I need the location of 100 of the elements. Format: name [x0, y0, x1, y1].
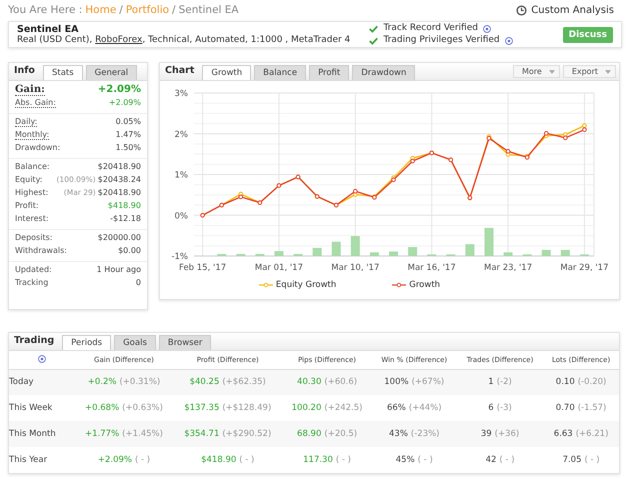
cell-difference: (+0.31%)	[119, 377, 160, 388]
cell-difference: (+60.6)	[324, 377, 358, 388]
stat-value: $20000.00	[98, 233, 141, 242]
period-label: Today	[9, 369, 75, 395]
breadcrumb-separator: /	[172, 4, 176, 16]
cell-difference: (+0.63%)	[122, 403, 163, 413]
stat-value: 0	[136, 278, 141, 287]
cell-difference: ( - )	[418, 455, 433, 465]
panel-title: Chart	[165, 65, 196, 78]
verification-label: Trading Privileges Verified	[383, 35, 500, 46]
panel-title: Info	[14, 65, 36, 78]
x-tick-label: Mar 10, '17	[331, 263, 380, 273]
cell-value: $137.35	[184, 403, 220, 413]
stat-value: -$12.18	[110, 214, 141, 223]
cell-value: 100%	[384, 377, 409, 388]
stat-label: Updated:	[15, 265, 52, 274]
y-tick-label: 2%	[174, 130, 188, 140]
cell-value: $40.25	[190, 377, 220, 388]
cell-difference: ( - )	[135, 455, 150, 465]
x-tick-label: Mar 29, '17	[560, 263, 609, 273]
y-tick-label: 1%	[174, 170, 188, 180]
period-label: This Year	[9, 447, 75, 473]
x-tick-label: Mar 16, '17	[408, 263, 456, 273]
cell-difference: (-2)	[496, 377, 512, 388]
stat-label: Interest:	[15, 214, 49, 223]
stat-label: Highest:	[15, 188, 48, 197]
stat-value: $0.00	[118, 246, 141, 255]
stat-value: +2.09%	[108, 98, 141, 107]
cell-value: +1.77%	[85, 429, 120, 439]
cell-value: 6	[488, 403, 494, 413]
cell-value: 6.63	[554, 429, 573, 439]
stat-label: Abs. Gain:	[15, 98, 56, 108]
stat-label: Gain:	[15, 84, 45, 96]
cell-value: +0.68%	[85, 403, 120, 413]
cell-difference: (-0.20)	[578, 377, 606, 388]
cell-value: $354.71	[184, 429, 220, 439]
cell-difference: (+44%)	[408, 403, 442, 413]
stat-value: 1.50%	[116, 143, 141, 152]
cell-difference: (-1.57)	[578, 403, 606, 413]
period-label: This Week	[9, 395, 75, 421]
stat-value: +2.09%	[98, 84, 141, 95]
stat-label: Tracking	[15, 278, 48, 287]
stat-label: Daily:	[15, 117, 38, 127]
cell-difference: (+67%)	[412, 377, 444, 388]
x-tick-label: Mar 23, '17	[484, 263, 532, 273]
account-details: , Technical, Automated, 1:1000 , MetaTrader 4	[142, 34, 350, 44]
cell-difference: (+20.5)	[324, 429, 358, 439]
cell-difference: (+36)	[494, 429, 520, 439]
cell-value: +0.2%	[88, 377, 116, 388]
cell-value: 100.20	[292, 403, 322, 413]
account-details: Real (USD Cent),	[17, 34, 94, 44]
cell-difference: (+6.21)	[576, 429, 608, 439]
cell-difference: (+242.5)	[324, 403, 362, 413]
cell-value: 43%	[389, 429, 408, 439]
cell-value: +2.09%	[98, 455, 132, 465]
cell-value: 7.05	[562, 455, 582, 465]
cell-difference: (+$128.49)	[222, 403, 272, 413]
breadcrumb-label: You Are Here :	[8, 4, 82, 16]
cell-difference: ( - )	[584, 455, 600, 465]
stat-label: Drawdown:	[15, 143, 60, 152]
breadcrumb-current: Sentinel EA	[178, 4, 239, 16]
stat-label: Withdrawals:	[15, 246, 67, 255]
stat-value: $20418.90	[98, 188, 141, 197]
panel-title: Trading	[14, 335, 56, 348]
x-tick-label: Mar 01, '17	[254, 263, 304, 273]
stat-label: Balance:	[15, 162, 50, 171]
cell-difference: ( - )	[239, 455, 254, 465]
cell-value: 68.90	[297, 429, 322, 439]
stat-value: 1.47%	[116, 130, 141, 139]
cell-value: 40.30	[297, 377, 322, 388]
cell-difference: (-3)	[496, 403, 512, 413]
cell-difference: (-23%)	[410, 429, 440, 439]
cell-value: 42	[486, 455, 496, 465]
cell-difference: ( - )	[336, 455, 351, 465]
cell-difference: (+1.45%)	[122, 429, 163, 439]
x-tick-label: Feb 15, '17	[179, 263, 226, 273]
stat-value: $20438.24	[98, 175, 141, 184]
cell-value: 66%	[386, 403, 406, 413]
cell-value: $418.90	[201, 455, 236, 465]
stat-value: 1 Hour ago	[96, 265, 141, 274]
verification-label: Track Record Verified	[383, 23, 478, 34]
stat-value: 0.05%	[116, 117, 141, 126]
breadcrumb-separator: /	[119, 4, 123, 16]
y-tick-label: 0%	[174, 211, 188, 222]
stat-label: Profit:	[15, 201, 39, 210]
cell-difference: (+$290.52)	[222, 429, 272, 439]
legend-label: Growth	[409, 280, 440, 290]
stat-label: Equity:	[15, 175, 42, 184]
cell-value: 0.70	[556, 403, 575, 413]
period-label: This Month	[9, 421, 75, 447]
cell-value: 1	[488, 377, 494, 388]
cell-value: 0.10	[556, 377, 575, 388]
cell-value: 45%	[396, 455, 415, 465]
cell-difference: ( - )	[499, 455, 515, 465]
account-name: Sentinel EA	[17, 24, 80, 34]
y-tick-label: 3%	[174, 89, 188, 99]
cell-value: 39	[480, 429, 492, 439]
cell-difference: (+$62.35)	[222, 377, 266, 388]
cell-value: 117.30	[303, 455, 333, 465]
stat-label: Monthly:	[15, 130, 50, 140]
